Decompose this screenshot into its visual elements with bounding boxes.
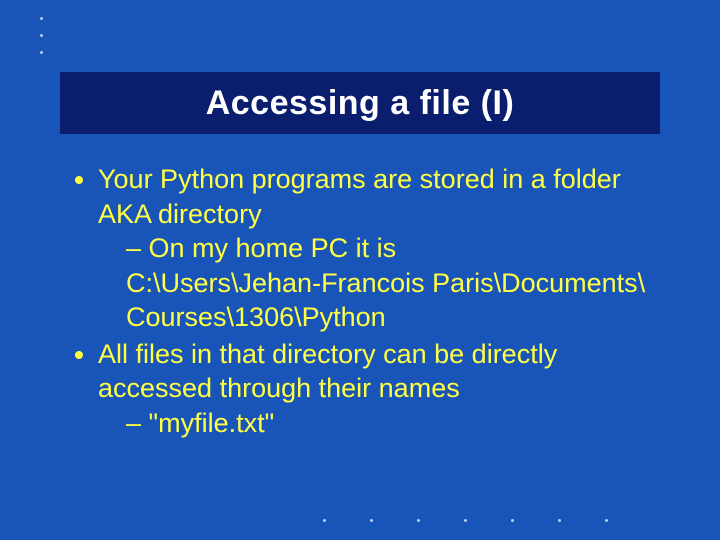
decorative-dots-top-left [40, 10, 43, 61]
sub-bullet-1a-text: On my home PC it is [126, 233, 396, 263]
slide-title: Accessing a file (I) [206, 84, 515, 123]
slide-body: Your Python programs are stored in a fol… [70, 162, 670, 442]
bullet-1-text: Your Python programs are stored in a fol… [98, 164, 621, 229]
sub-bullet-2a: "myfile.txt" [126, 406, 670, 441]
bullet-item-1: Your Python programs are stored in a fol… [98, 162, 670, 335]
path-text: C:\Users\Jehan-Francois Paris\Documents\… [126, 266, 670, 335]
bullet-2-text: All files in that directory can be direc… [98, 339, 557, 404]
bullet-item-2: All files in that directory can be direc… [98, 337, 670, 441]
sub-bullet-1a: On my home PC it is C:\Users\Jehan-Franc… [126, 231, 670, 335]
sub-bullet-2a-text: "myfile.txt" [126, 408, 274, 438]
title-bar: Accessing a file (I) [60, 72, 660, 134]
decorative-dots-bottom-right [301, 519, 630, 522]
